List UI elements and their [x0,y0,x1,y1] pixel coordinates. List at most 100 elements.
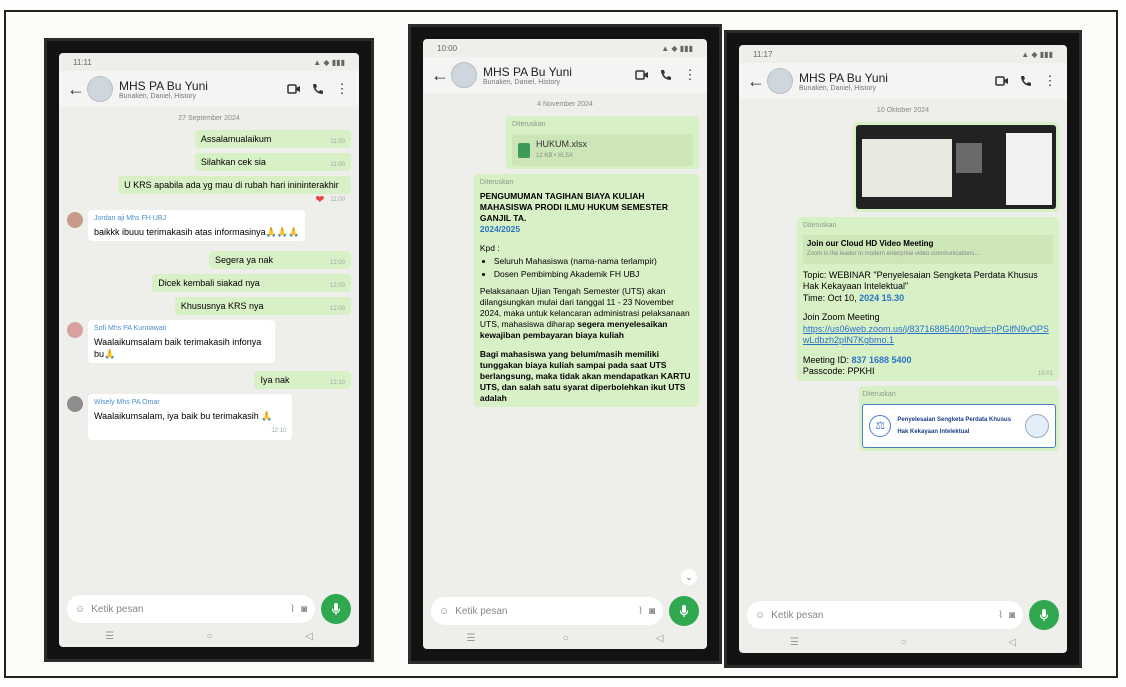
webinar-time-value: 2024 15.30 [859,292,905,303]
camera-icon[interactable]: ◙ [1009,610,1015,621]
webinar-time: Time: Oct 10, 2024 15.30 [802,292,905,303]
chat-title-block[interactable]: MHS PA Bu Yuni Bunaken, Daniel, History [799,71,987,92]
webinar-banner-image[interactable]: ⚖ Penyelesaian Sengketa Perdata Khusus H… [862,403,1056,448]
more-options-icon[interactable]: ⋮ [333,80,351,98]
sender-name: Sofi Mhs PA Kurniawati [94,325,167,332]
scales-logo-icon: ⚖ [869,414,892,437]
zoom-link[interactable]: https://us06web.zoom.us/j/83716885400?pw… [803,324,1053,347]
more-options-icon[interactable]: ⋮ [681,66,699,84]
video-call-icon[interactable] [993,72,1011,90]
chat-title-block[interactable]: MHS PA Bu Yuni Bunaken, Daniel, History [119,79,279,100]
message-out[interactable]: Dicek kembali siakad nya 12:00 [152,274,351,292]
message-out[interactable]: Assalamualaikum 11:00 [194,130,351,148]
android-nav-bar: ☰ ○ ◁ [423,629,707,647]
more-options-icon[interactable]: ⋮ [1041,72,1059,90]
emoji-icon[interactable]: ☺ [75,604,85,615]
zoom-screenshot-image[interactable] [856,125,1056,209]
kpd-list: Seluruh Mahasiswa (nama-nama terlampir) … [480,256,693,280]
voice-call-icon[interactable] [657,66,675,84]
video-call-icon[interactable] [633,66,651,84]
message-out[interactable]: Silahkan cek sia 11:00 [194,153,351,171]
input-placeholder: Ketik pesan [771,609,824,621]
chat-title: MHS PA Bu Yuni [799,70,888,85]
attach-icon[interactable]: ⌇ [290,604,295,615]
mic-button[interactable] [1029,600,1059,630]
chat-members: Bunaken, Daniel, History [799,84,877,92]
mic-button[interactable] [669,596,699,626]
android-nav-bar: ☰ ○ ◁ [739,633,1067,651]
group-avatar[interactable] [767,68,793,94]
chat-area: 10 Oktober 2024 Diteruskan Join our Clou… [739,99,1067,595]
message-input[interactable]: ☺ Ketik pesan ⌇ ◙ [431,597,663,625]
group-avatar[interactable] [451,62,477,88]
chat-title: MHS PA Bu Yuni [483,64,572,79]
recent-apps-icon[interactable]: ☰ [790,637,799,648]
preview-title: Join our Cloud HD Video Meeting [806,238,934,248]
recent-apps-icon[interactable]: ☰ [105,631,114,642]
message-out[interactable]: Iya nak 12:10 [254,371,351,389]
passcode: Passcode: PPKHI 15:01 [802,366,1053,377]
banner-message[interactable]: Diteruskan ⚖ Penyelesaian Sengketa Perda… [859,385,1059,451]
voice-call-icon[interactable] [309,80,327,98]
link-preview[interactable]: Join our Cloud HD Video Meeting Zoom is … [802,234,1053,264]
home-icon[interactable]: ○ [901,637,907,648]
back-arrow-icon[interactable]: ← [67,79,85,100]
android-nav-bar: ☰ ○ ◁ [59,627,359,645]
incoming-row: Jordan aji Mhs FH UBJ baikkk ibuuu terim… [67,210,351,241]
forwarded-label: Diteruskan [862,390,896,398]
forwarded-label: Diteruskan [479,179,514,186]
back-arrow-icon[interactable]: ← [747,71,765,92]
message-input-bar: ☺ Ketik pesan ⌇ ◙ [431,595,699,627]
mic-icon [331,603,341,615]
message-out[interactable]: Khususnya KRS nya 12:00 [174,297,351,315]
message-out[interactable]: Segera ya nak 12:00 [209,251,351,269]
sender-avatar [67,212,83,228]
announcement-message[interactable]: Diteruskan PENGUMUMAN TAGIHAN BIAYA KULI… [473,174,699,407]
image-message[interactable] [853,122,1059,212]
attach-icon[interactable]: ⌇ [998,610,1003,621]
back-arrow-icon[interactable]: ← [431,65,449,86]
attach-icon[interactable]: ⌇ [638,606,643,617]
sender-name: Wisely Mhs PA Omar [94,399,160,406]
sender-name: Jordan aji Mhs FH UBJ [94,215,166,222]
status-icons: ▲ ◆ ▮▮▮ [661,43,693,53]
spreadsheet-file-icon [518,142,531,158]
message-input[interactable]: ☺ Ketik pesan ⌇ ◙ [747,601,1023,629]
participants-panel [1006,133,1052,205]
chat-title-block[interactable]: MHS PA Bu Yuni Bunaken, Daniel, History [483,65,627,86]
camera-icon[interactable]: ◙ [301,604,307,615]
file-attachment[interactable]: HUKUM.xlsx 12 KB • XLSX [512,134,693,166]
recent-apps-icon[interactable]: ☰ [467,633,476,644]
home-icon[interactable]: ○ [207,631,213,642]
back-nav-icon[interactable]: ◁ [1008,637,1016,648]
back-nav-icon[interactable]: ◁ [305,631,313,642]
status-bar: 10:00 ▲ ◆ ▮▮▮ [423,39,707,57]
message-in[interactable]: Wisely Mhs PA Omar Waalaikumsalam, iya b… [88,394,293,440]
heart-reaction-icon: ❤ [315,194,325,206]
voice-call-icon[interactable] [1017,72,1035,90]
message-out[interactable]: U KRS apabila ada yg mau di rubah hari i… [118,176,351,203]
phone-1-screen: 11:11 ▲ ◆ ▮▮▮ ← MHS PA Bu Yuni Bunaken, … [59,53,359,647]
scroll-down-icon[interactable]: ⌄ [681,569,697,585]
camera-icon[interactable]: ◙ [649,606,655,617]
message-in[interactable]: Sofi Mhs PA Kurniawati Waalaikumsalam ba… [88,320,276,363]
video-call-icon[interactable] [285,80,303,98]
webinar-topic: Topic: WEBINAR "Penyelesaian Sengketa Pe… [802,269,1038,292]
date-separator: 27 September 2024 [178,115,240,122]
forwarded-label: Diteruskan [802,222,837,229]
presentation-slide [862,139,953,197]
emoji-icon[interactable]: ☺ [439,606,449,617]
zoom-invite-message[interactable]: Diteruskan Join our Cloud HD Video Meeti… [796,217,1059,381]
mic-button[interactable] [321,594,351,624]
file-message[interactable]: Diteruskan HUKUM.xlsx 12 KB • XLSX [506,116,699,169]
message-input[interactable]: ☺ Ketik pesan ⌇ ◙ [67,595,315,623]
emoji-icon[interactable]: ☺ [755,610,765,621]
group-avatar[interactable] [87,76,113,102]
home-icon[interactable]: ○ [563,633,569,644]
sender-avatar [67,322,83,338]
back-nav-icon[interactable]: ◁ [656,633,664,644]
phone-2-screen: 10:00 ▲ ◆ ▮▮▮ ← MHS PA Bu Yuni Bunaken, … [423,39,707,649]
status-bar: 11:17 ▲ ◆ ▮▮▮ [739,45,1067,63]
preview-description: Zoom is the leader in modern enterprise … [806,251,980,257]
message-in[interactable]: Jordan aji Mhs FH UBJ baikkk ibuuu terim… [88,210,306,241]
